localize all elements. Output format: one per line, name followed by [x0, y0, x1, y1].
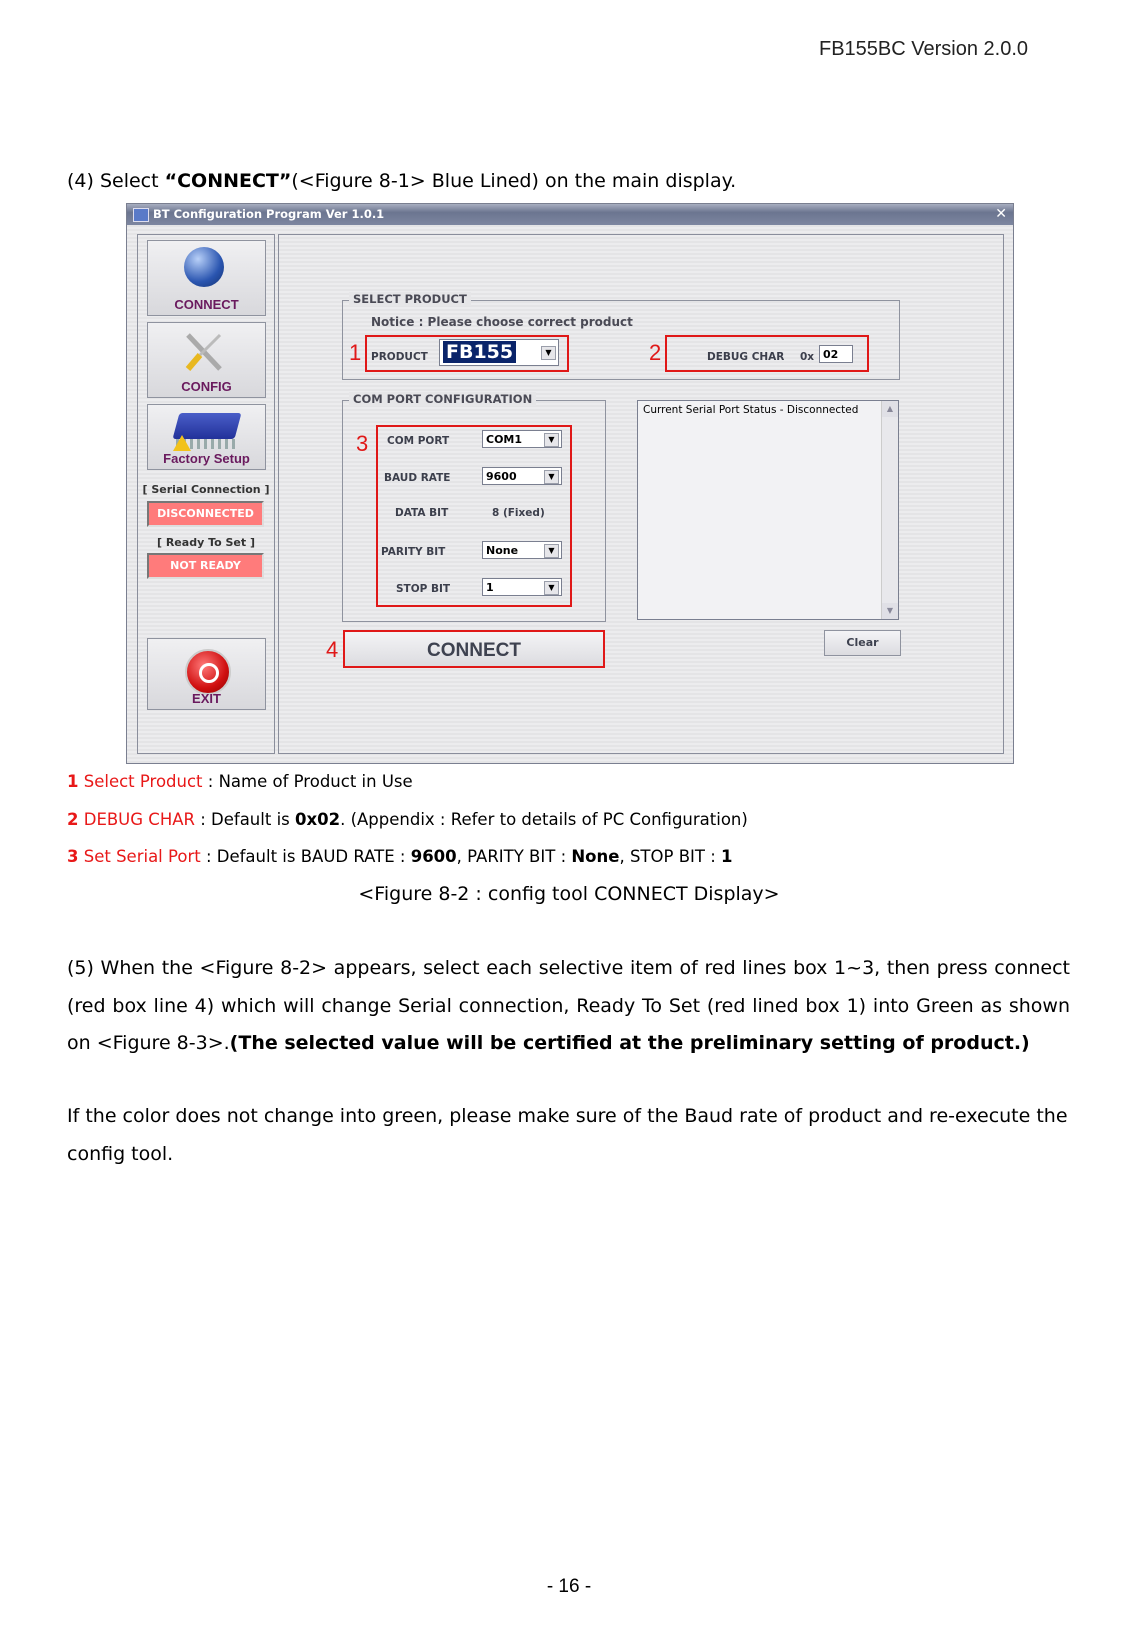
- globe-cable-icon: [184, 247, 224, 287]
- note-text: . (Appendix : Refer to details of PC Con…: [340, 810, 748, 829]
- note-number: 1: [67, 772, 79, 791]
- ready-to-set-label: [ Ready To Set ]: [156, 536, 255, 549]
- note-bold: None: [571, 847, 620, 866]
- step-4-prefix: (4) Select: [67, 170, 165, 192]
- product-label: PRODUCT: [371, 351, 428, 363]
- product-select[interactable]: FB155 ▼: [439, 339, 559, 366]
- annotation-2: 2: [649, 340, 662, 365]
- product-notice: Notice : Please choose correct product: [371, 315, 633, 329]
- left-panel: CONNECT CONFIG Factory Setup [ Serial Co…: [137, 234, 275, 754]
- ready-to-set-status: NOT READY: [147, 553, 264, 579]
- baud-rate-select[interactable]: 9600 ▼: [482, 467, 562, 485]
- factory-setup-nav-button[interactable]: Factory Setup: [147, 404, 266, 470]
- debug-char-label: DEBUG CHAR: [707, 351, 785, 363]
- step-4-instruction: (4) Select “CONNECT”(<Figure 8-1> Blue L…: [67, 170, 736, 192]
- parity-bit-select[interactable]: None ▼: [482, 541, 562, 559]
- product-value: FB155: [443, 341, 517, 363]
- note-title: DEBUG CHAR: [83, 810, 195, 829]
- connect-nav-label: CONNECT: [174, 297, 239, 312]
- annotation-4: 4: [326, 637, 339, 662]
- note-text: , PARITY BIT :: [456, 847, 572, 866]
- note-number: 3: [67, 847, 79, 866]
- data-bit-label: DATA BIT: [395, 507, 449, 519]
- note-title: Select Product: [83, 772, 203, 791]
- note-text: : Name of Product in Use: [202, 772, 413, 791]
- page-number: - 16 -: [546, 1576, 592, 1597]
- figure-caption: <Figure 8-2 : config tool CONNECT Displa…: [358, 883, 780, 905]
- chevron-down-icon: ▼: [544, 433, 559, 447]
- document-version-header: FB155BC Version 2.0.0: [818, 38, 1028, 60]
- close-icon[interactable]: ✕: [995, 204, 1007, 225]
- serial-connection-status: DISCONNECTED: [147, 501, 264, 527]
- app-icon: [133, 207, 149, 222]
- step-5-paragraph: (5) When the <Figure 8-2> appears, selec…: [67, 950, 1070, 1063]
- debug-prefix: 0x: [800, 351, 815, 363]
- chevron-down-icon: ▼: [544, 544, 559, 558]
- note-2: 2 DEBUG CHAR : Default is 0x02. (Appendi…: [67, 810, 748, 829]
- config-nav-button[interactable]: CONFIG: [147, 322, 266, 398]
- note-bold: 1: [721, 847, 733, 866]
- connect-nav-button[interactable]: CONNECT: [147, 240, 266, 316]
- note-title: Set Serial Port: [83, 847, 201, 866]
- note-text: : Default is BAUD RATE :: [200, 847, 411, 866]
- step-5-followup: If the color does not change into green,…: [67, 1105, 1068, 1165]
- debug-char-input[interactable]: 02: [819, 345, 853, 363]
- clear-button[interactable]: Clear: [824, 630, 901, 656]
- note-text: : Default is: [194, 810, 295, 829]
- stop-bit-select[interactable]: 1 ▼: [482, 578, 562, 596]
- factory-setup-nav-label: Factory Setup: [163, 451, 250, 466]
- annotation-3: 3: [356, 431, 369, 456]
- note-1: 1 Select Product : Name of Product in Us…: [67, 772, 413, 791]
- exit-label: EXIT: [192, 691, 221, 706]
- status-log[interactable]: Current Serial Port Status - Disconnecte…: [637, 400, 899, 620]
- log-scrollbar[interactable]: ▲ ▼: [881, 401, 898, 619]
- note-bold: 9600: [410, 847, 457, 866]
- step-4-bold: “CONNECT”: [164, 170, 292, 192]
- chevron-down-icon: ▼: [544, 470, 559, 484]
- stop-bit-label: STOP BIT: [396, 583, 451, 595]
- parity-bit-value: None: [486, 544, 519, 557]
- scroll-down-icon[interactable]: ▼: [882, 603, 898, 619]
- connect-button[interactable]: CONNECT: [343, 630, 605, 668]
- com-port-select[interactable]: COM1 ▼: [482, 430, 562, 448]
- power-icon: [185, 649, 231, 695]
- serial-connection-label: [ Serial Connection ]: [142, 483, 270, 496]
- title-bar: BT Configuration Program Ver 1.0.1 ✕: [127, 204, 1013, 225]
- annotation-1: 1: [349, 340, 362, 365]
- com-port-value: COM1: [486, 433, 523, 446]
- baud-rate-label: BAUD RATE: [384, 472, 451, 484]
- app-window: BT Configuration Program Ver 1.0.1 ✕ CON…: [126, 203, 1014, 764]
- parity-bit-label: PARITY BIT: [381, 546, 446, 558]
- stop-bit-value: 1: [486, 581, 494, 594]
- config-nav-label: CONFIG: [181, 379, 232, 394]
- scroll-up-icon[interactable]: ▲: [882, 401, 898, 417]
- baud-rate-value: 9600: [486, 470, 517, 483]
- step-5-bold: (The selected value will be certified at…: [229, 1032, 1030, 1054]
- main-panel: SELECT PRODUCT Notice : Please choose co…: [278, 234, 1004, 754]
- note-number: 2: [67, 810, 79, 829]
- note-bold: 0x02: [295, 810, 341, 829]
- note-text: , STOP BIT :: [619, 847, 722, 866]
- chevron-down-icon: ▼: [544, 581, 559, 595]
- select-product-title: SELECT PRODUCT: [349, 292, 471, 306]
- exit-button[interactable]: EXIT: [147, 638, 266, 710]
- com-port-title: COM PORT CONFIGURATION: [349, 392, 537, 406]
- note-3: 3 Set Serial Port : Default is BAUD RATE…: [67, 847, 733, 866]
- window-title: BT Configuration Program Ver 1.0.1: [153, 207, 385, 221]
- chevron-down-icon: ▼: [541, 346, 556, 360]
- com-port-label: COM PORT: [387, 435, 450, 447]
- data-bit-value: 8 (Fixed): [492, 507, 545, 519]
- log-text: Current Serial Port Status - Disconnecte…: [643, 404, 859, 416]
- step-4-suffix: (<Figure 8-1> Blue Lined) on the main di…: [291, 170, 737, 192]
- wrench-screwdriver-icon: [185, 333, 222, 371]
